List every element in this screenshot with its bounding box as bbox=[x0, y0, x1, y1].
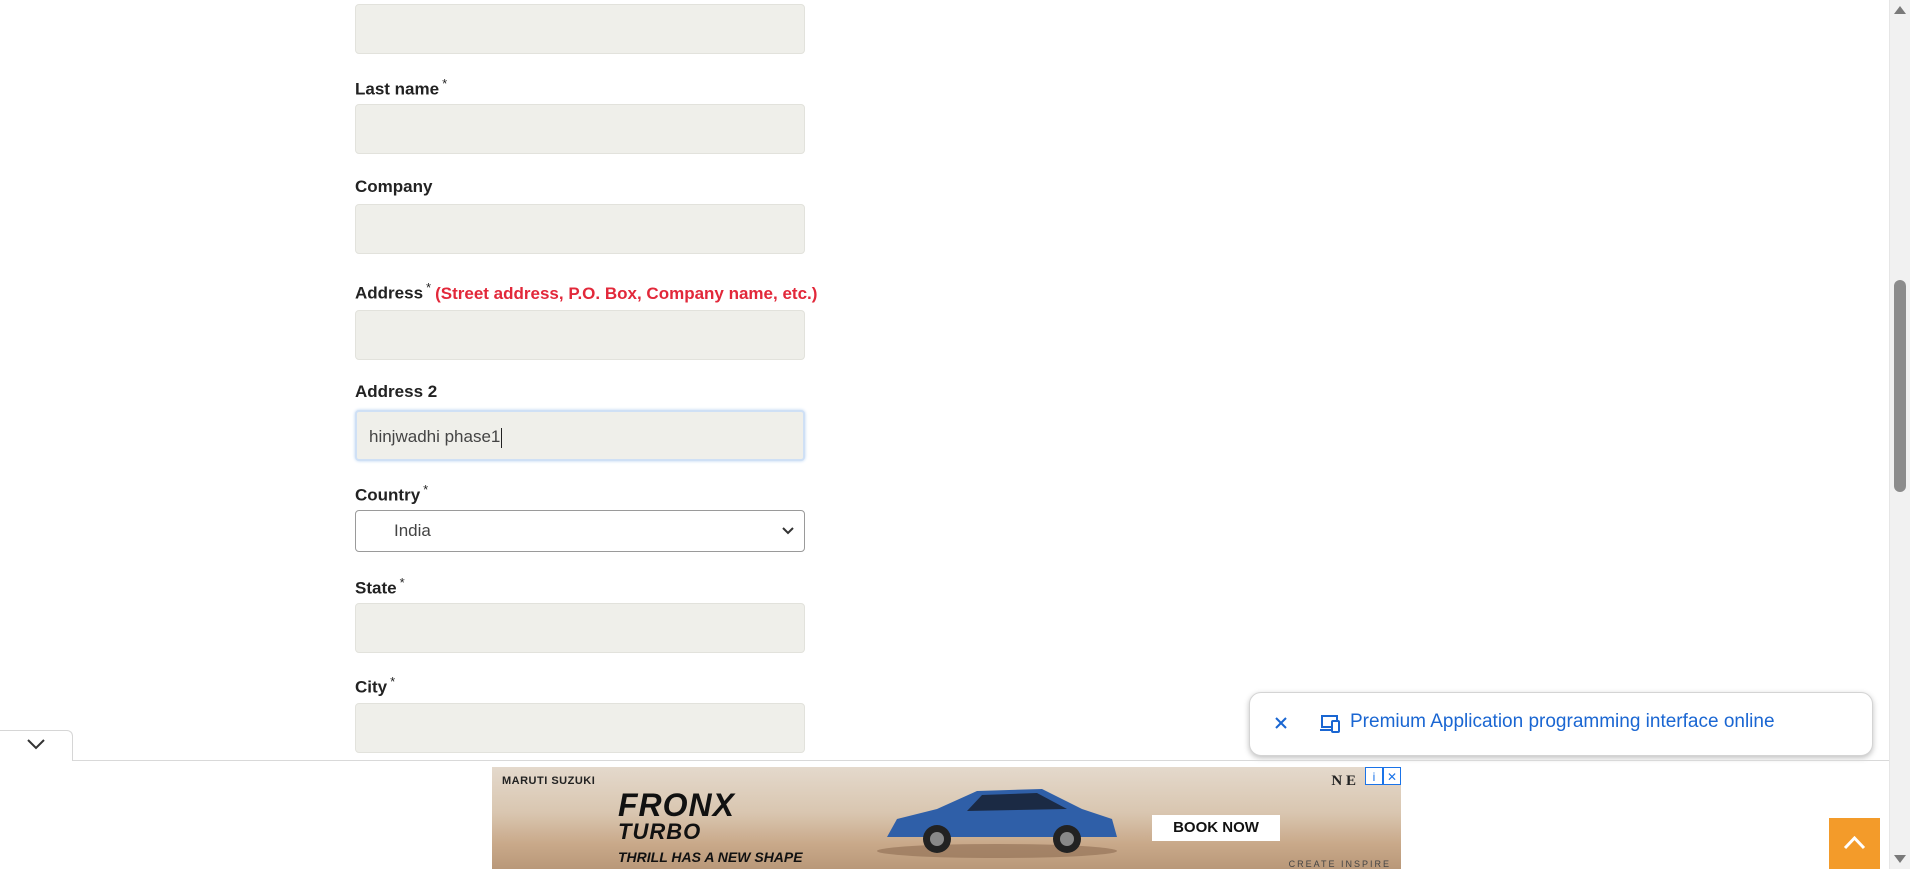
last-name-input[interactable] bbox=[355, 104, 805, 154]
address2-value: hinjwadhi phase1 bbox=[369, 427, 501, 446]
state-input[interactable] bbox=[355, 603, 805, 653]
close-icon[interactable] bbox=[1268, 710, 1294, 736]
required-mark: * bbox=[426, 280, 432, 295]
first-name-input[interactable] bbox=[355, 4, 805, 54]
city-input[interactable] bbox=[355, 703, 805, 753]
state-label-text: State bbox=[355, 578, 397, 598]
info-icon[interactable]: i bbox=[1365, 767, 1383, 785]
country-select[interactable]: India bbox=[355, 510, 805, 552]
vertical-scrollbar[interactable] bbox=[1889, 0, 1910, 869]
close-icon[interactable]: ✕ bbox=[1383, 767, 1401, 785]
popup-link[interactable]: Premium Application programming interfac… bbox=[1350, 711, 1775, 733]
country-selected-value: India bbox=[394, 521, 431, 540]
company-label: Company bbox=[355, 177, 432, 197]
company-input[interactable] bbox=[355, 204, 805, 254]
scroll-to-top-button[interactable] bbox=[1829, 818, 1880, 869]
required-mark: * bbox=[442, 76, 448, 91]
city-label-text: City bbox=[355, 677, 388, 697]
text-caret bbox=[501, 427, 503, 448]
last-name-label: Last name * bbox=[355, 76, 447, 100]
state-label: State * bbox=[355, 575, 405, 599]
chevron-down-icon bbox=[26, 737, 46, 754]
ad-footer-text: CREATE INSPIRE bbox=[1288, 859, 1391, 869]
ad-controls: i ✕ bbox=[1365, 767, 1401, 785]
ad-tagline: THRILL HAS A NEW SHAPE bbox=[618, 849, 803, 865]
suggestion-popup[interactable]: Premium Application programming interfac… bbox=[1249, 692, 1873, 756]
car-image bbox=[867, 779, 1127, 859]
address-hint: (Street address, P.O. Box, Company name,… bbox=[435, 283, 818, 303]
address-label: Address * (Street address, P.O. Box, Compa… bbox=[355, 280, 817, 304]
address2-label: Address 2 bbox=[355, 382, 437, 402]
scroll-down-arrow-icon[interactable] bbox=[1894, 855, 1906, 863]
required-mark: * bbox=[399, 575, 405, 590]
ad-corner-text: N E bbox=[1331, 773, 1356, 789]
ad-banner[interactable]: MARUTI SUZUKI FRONX TURBO THRILL HAS A N… bbox=[492, 767, 1401, 869]
last-name-label-text: Last name bbox=[355, 79, 440, 99]
address-input[interactable] bbox=[355, 310, 805, 360]
book-now-button[interactable]: BOOK NOW bbox=[1152, 815, 1280, 841]
ad-collapse-button[interactable] bbox=[0, 730, 73, 761]
address2-input[interactable]: hinjwadhi phase1 bbox=[355, 410, 805, 461]
ad-divider bbox=[0, 760, 1890, 761]
company-label-text: Company bbox=[355, 177, 433, 196]
address2-label-text: Address 2 bbox=[355, 382, 438, 401]
ad-subheadline: TURBO bbox=[618, 819, 702, 844]
country-label-text: Country bbox=[355, 485, 421, 505]
country-label: Country * bbox=[355, 482, 428, 506]
address-label-text: Address bbox=[355, 283, 424, 303]
chevron-down-icon bbox=[782, 511, 794, 566]
ad-brand: MARUTI SUZUKI bbox=[502, 775, 596, 787]
devices-icon bbox=[1318, 712, 1342, 736]
required-mark: * bbox=[423, 482, 429, 497]
chevron-up-icon bbox=[1829, 835, 1880, 873]
scrollbar-thumb[interactable] bbox=[1894, 280, 1906, 492]
city-label: City * bbox=[355, 674, 395, 698]
required-mark: * bbox=[390, 674, 396, 689]
scroll-up-arrow-icon[interactable] bbox=[1894, 6, 1906, 14]
